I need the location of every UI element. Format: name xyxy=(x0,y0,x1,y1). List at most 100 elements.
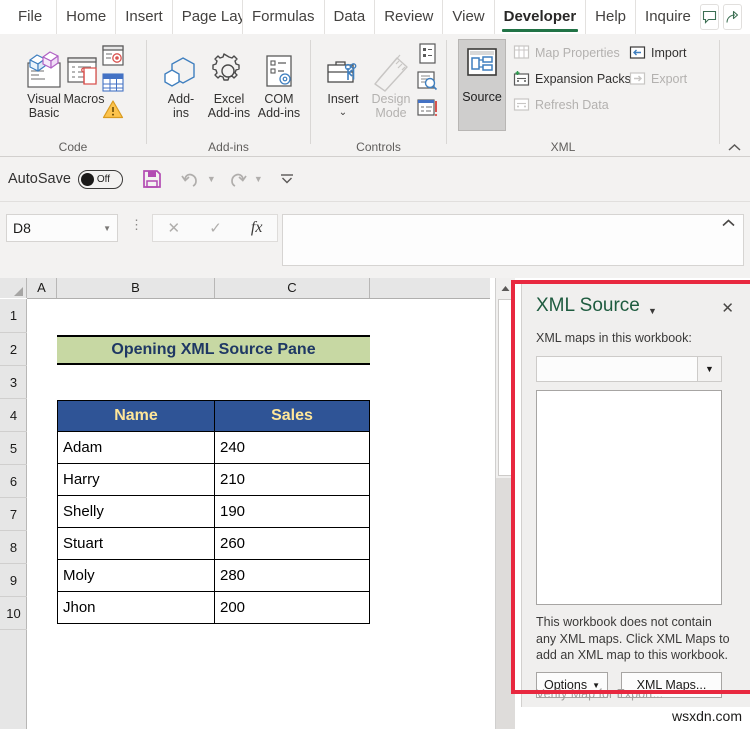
com-addins-button[interactable]: COM Add-ins xyxy=(251,42,307,120)
ribbon-group-addins: Add- ins Excel Add-ins COM Add-ins Add-i… xyxy=(147,34,310,157)
vertical-scrollbar[interactable] xyxy=(496,278,515,729)
tab-inquire-label: Inquire xyxy=(645,8,691,25)
name-box-resize-grip[interactable]: ⋮ xyxy=(130,218,143,231)
column-header-a[interactable]: A xyxy=(27,278,57,298)
table-header-name[interactable]: Name xyxy=(57,400,215,432)
tab-page-layout[interactable]: Page Layout xyxy=(171,0,242,34)
row-header-3[interactable]: 3 xyxy=(0,366,27,399)
table-row[interactable]: 260 xyxy=(214,527,370,560)
row-header-11[interactable] xyxy=(0,630,27,663)
expand-formula-bar-button[interactable] xyxy=(722,219,735,227)
refresh-data-button: Refresh Data xyxy=(513,96,609,113)
row-header-6[interactable]: 6 xyxy=(0,465,27,498)
tab-formulas[interactable]: Formulas xyxy=(241,0,324,34)
autosave-state: Off xyxy=(96,173,111,185)
scroll-up-button[interactable] xyxy=(496,280,515,297)
properties-button[interactable] xyxy=(415,42,439,66)
row-header-9[interactable]: 9 xyxy=(0,564,27,597)
comments-icon[interactable] xyxy=(699,4,719,30)
row-header-4[interactable]: 4 xyxy=(0,399,27,432)
xml-elements-list[interactable] xyxy=(536,390,722,605)
tab-data[interactable]: Data xyxy=(323,0,375,34)
insert-function-button[interactable]: fx xyxy=(251,219,263,237)
pane-title: XML Source xyxy=(536,295,640,316)
tab-review[interactable]: Review xyxy=(374,0,442,34)
design-mode-label-2: Mode xyxy=(375,106,407,120)
table-row[interactable]: Adam xyxy=(57,431,215,464)
com-addins-label-1: COM xyxy=(264,92,294,106)
column-header-b[interactable]: B xyxy=(57,278,215,298)
tab-help[interactable]: Help xyxy=(585,0,635,34)
column-header-d[interactable] xyxy=(370,278,490,298)
name-box-dropdown-arrow[interactable]: ▼ xyxy=(103,224,111,233)
tab-home[interactable]: Home xyxy=(56,0,115,34)
use-relative-references-button[interactable] xyxy=(100,72,126,94)
map-properties-icon xyxy=(513,45,530,59)
title-cell-b2[interactable]: Opening XML Source Pane xyxy=(57,335,370,365)
name-box-value: D8 xyxy=(13,220,31,236)
tab-view[interactable]: View xyxy=(442,0,493,34)
run-dialog-button[interactable] xyxy=(415,96,439,120)
table-row[interactable]: Shelly xyxy=(57,495,215,528)
save-button[interactable] xyxy=(137,164,167,194)
table-row[interactable]: 200 xyxy=(214,591,370,624)
expansion-packs-button[interactable]: Expansion Packs xyxy=(513,70,631,87)
customize-qat-button[interactable] xyxy=(272,164,302,194)
formula-input[interactable] xyxy=(282,214,744,266)
refresh-data-label: Refresh Data xyxy=(535,97,609,112)
ribbon-tab-bar: File Home Insert Page Layout Formulas Da… xyxy=(0,0,750,34)
row-header-2[interactable]: 2 xyxy=(0,333,27,366)
table-header-sales[interactable]: Sales xyxy=(214,400,370,432)
tab-file[interactable]: File xyxy=(0,0,56,34)
xml-source-button[interactable]: Source xyxy=(458,39,506,131)
tab-inquire[interactable]: Inquire xyxy=(635,0,700,34)
macro-security-button[interactable] xyxy=(101,98,125,120)
autosave-toggle[interactable]: Off xyxy=(77,169,123,189)
ribbon-group-xml: Source Map Properties Expansion Packs Re… xyxy=(447,34,719,157)
table-row[interactable]: Moly xyxy=(57,559,215,592)
row-header-8[interactable]: 8 xyxy=(0,531,27,564)
scrollbar-thumb[interactable] xyxy=(498,299,514,476)
map-properties-label: Map Properties xyxy=(535,45,620,60)
watermark: wsxdn.com xyxy=(671,708,742,724)
redo-button[interactable] xyxy=(223,164,253,194)
group-label-xml: XML xyxy=(550,140,576,154)
pane-menu-arrow-icon[interactable]: ▼ xyxy=(648,306,657,316)
excel-addins-button[interactable]: Excel Add-ins xyxy=(201,42,257,120)
enter-formula-button[interactable]: ✓ xyxy=(209,219,222,237)
import-button[interactable]: Import xyxy=(629,44,686,61)
redo-dropdown-arrow[interactable]: ▼ xyxy=(254,174,263,184)
table-row[interactable]: 190 xyxy=(214,495,370,528)
excel-addins-label-1: Excel xyxy=(213,92,245,106)
undo-button[interactable] xyxy=(176,164,206,194)
view-code-button[interactable] xyxy=(415,69,439,93)
tab-developer[interactable]: Developer xyxy=(493,0,586,34)
table-row[interactable]: 210 xyxy=(214,463,370,496)
undo-dropdown-arrow[interactable]: ▼ xyxy=(207,174,216,184)
table-row[interactable]: Jhon xyxy=(57,591,215,624)
scrollbar-track[interactable] xyxy=(496,478,515,729)
collapse-ribbon-button[interactable] xyxy=(728,143,744,152)
record-macro-button[interactable] xyxy=(100,43,126,69)
column-header-c[interactable]: C xyxy=(215,278,370,298)
tab-insert[interactable]: Insert xyxy=(115,0,172,34)
quick-access-toolbar: AutoSave Off ▼ ▼ xyxy=(0,157,750,202)
visual-basic-label-2: Basic xyxy=(28,106,60,120)
group-label-code: Code xyxy=(58,140,88,154)
table-row[interactable]: Harry xyxy=(57,463,215,496)
table-row[interactable]: 280 xyxy=(214,559,370,592)
table-row[interactable]: 240 xyxy=(214,431,370,464)
share-icon[interactable] xyxy=(722,4,742,30)
cancel-formula-button[interactable]: ✕ xyxy=(168,219,181,237)
xml-maps-combobox[interactable]: ▼ xyxy=(536,356,722,382)
select-all-corner[interactable] xyxy=(0,278,27,298)
table-row[interactable]: Stuart xyxy=(57,527,215,560)
row-header-10[interactable]: 10 xyxy=(0,597,27,630)
row-header-7[interactable]: 7 xyxy=(0,498,27,531)
chevron-down-icon[interactable]: ▼ xyxy=(697,357,721,381)
close-pane-button[interactable]: ✕ xyxy=(721,299,734,317)
row-header-5[interactable]: 5 xyxy=(0,432,27,465)
tab-page-layout-label: Page Layout xyxy=(181,8,242,25)
row-header-1[interactable]: 1 xyxy=(0,299,27,333)
name-box[interactable]: D8 ▼ xyxy=(6,214,118,242)
